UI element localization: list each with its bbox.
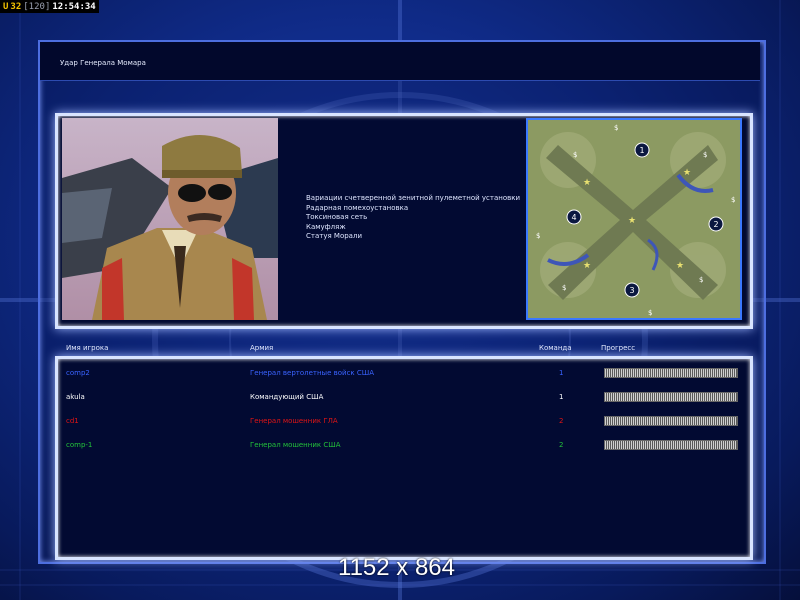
start-label: 2 <box>713 220 718 229</box>
title-bar <box>40 42 760 81</box>
fps-value: 32 <box>10 2 21 12</box>
player-name: comp-1 <box>66 441 92 449</box>
header-progress: Прогресс <box>601 344 635 352</box>
start-label: 4 <box>571 213 576 222</box>
map-preview: ★ ★ ★ ★ ★ $ $ $ $ $ $ $ $ 1 2 3 4 <box>526 118 742 320</box>
player-row: cd1 Генерал мошенник ГЛА 2 <box>0 417 800 429</box>
player-row: comp2 Генерал вертолетные войск США 1 <box>0 369 800 381</box>
header-player-name: Имя игрока <box>66 344 108 352</box>
money-icon: $ <box>731 196 735 204</box>
player-army: Командующий США <box>250 393 323 401</box>
star-icon: ★ <box>683 168 691 178</box>
mission-description: Вариации счетверенной зенитной пулеметно… <box>306 194 520 242</box>
player-row: comp-1 Генерал мошенник США 2 <box>0 441 800 453</box>
loading-progress-bar <box>604 440 738 450</box>
start-label: 3 <box>629 286 634 295</box>
loading-progress-bar <box>604 392 738 402</box>
player-team: 2 <box>559 441 563 449</box>
money-icon: $ <box>573 151 577 159</box>
resolution-overlay: 1152 x 864 <box>338 554 455 582</box>
start-label: 1 <box>639 146 644 155</box>
clock: 12:54:34 <box>52 2 95 12</box>
description-line: Камуфляж <box>306 223 520 233</box>
star-icon: ★ <box>583 178 591 188</box>
fps-limit: [120] <box>23 2 50 12</box>
money-icon: $ <box>699 276 703 284</box>
header-army: Армия <box>250 344 273 352</box>
description-line: Радарная помехоустановка <box>306 204 520 214</box>
player-row: akula Командующий США 1 <box>0 393 800 405</box>
money-icon: $ <box>536 232 540 240</box>
player-army: Генерал мошенник ГЛА <box>250 417 338 425</box>
money-icon: $ <box>648 309 652 317</box>
mission-title: Удар Генерала Момара <box>60 59 146 67</box>
description-line: Токсиновая сеть <box>306 213 520 223</box>
header-team: Команда <box>539 344 572 352</box>
money-icon: $ <box>614 124 618 132</box>
player-name: akula <box>66 393 85 401</box>
general-portrait <box>62 118 278 320</box>
player-team: 2 <box>559 417 563 425</box>
star-icon: ★ <box>628 216 636 226</box>
player-name: comp2 <box>66 369 90 377</box>
description-line: Вариации счетверенной зенитной пулеметно… <box>306 194 520 204</box>
player-team: 1 <box>559 393 563 401</box>
hud-prefix: U <box>3 2 8 12</box>
loading-progress-bar <box>604 416 738 426</box>
player-name: cd1 <box>66 417 79 425</box>
player-army: Генерал вертолетные войск США <box>250 369 374 377</box>
description-line: Статуя Морали <box>306 232 520 242</box>
players-panel <box>55 356 753 560</box>
money-icon: $ <box>562 284 566 292</box>
star-icon: ★ <box>583 261 591 271</box>
player-team: 1 <box>559 369 563 377</box>
money-icon: $ <box>703 151 707 159</box>
fps-clock-overlay: U 32 [120] 12:54:34 <box>0 0 99 13</box>
loading-progress-bar <box>604 368 738 378</box>
star-icon: ★ <box>676 261 684 271</box>
player-army: Генерал мошенник США <box>250 441 340 449</box>
